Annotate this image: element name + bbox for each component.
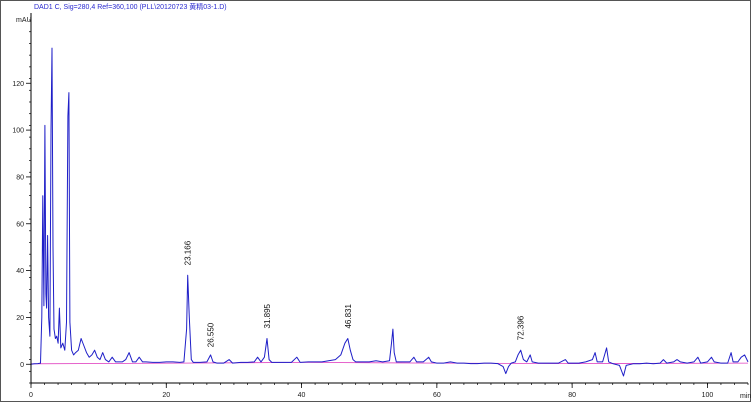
window-border [0, 0, 751, 402]
x-axis-unit-label: min [740, 393, 751, 400]
peak-label: 31.895 [263, 303, 272, 328]
x-tick-label: 100 [702, 392, 714, 399]
y-tick-label: 60 [16, 221, 24, 228]
chromatogram-chart: DAD1 C, Sig=280,4 Ref=360,100 (PLL\20120… [0, 0, 751, 402]
y-tick-label: 120 [12, 81, 24, 88]
x-tick-label: 40 [298, 392, 306, 399]
x-tick-label: 60 [433, 392, 441, 399]
chart-title: DAD1 C, Sig=280,4 Ref=360,100 (PLL\20120… [34, 2, 227, 11]
peak-label: 72.396 [517, 315, 526, 340]
y-tick-label: 40 [16, 268, 24, 275]
x-tick-label: 0 [29, 392, 33, 399]
y-tick-label: 20 [16, 315, 24, 322]
y-tick-label: 100 [12, 128, 24, 135]
y-tick-label: 80 [16, 174, 24, 181]
peak-label: 46.831 [344, 304, 353, 329]
peak-label: 26.550 [207, 322, 216, 347]
y-axis-unit-label: mAU [16, 17, 32, 24]
x-tick-label: 80 [568, 392, 576, 399]
y-tick-label: 0 [20, 362, 24, 369]
peak-label: 23.166 [184, 240, 193, 265]
x-tick-label: 20 [162, 392, 170, 399]
